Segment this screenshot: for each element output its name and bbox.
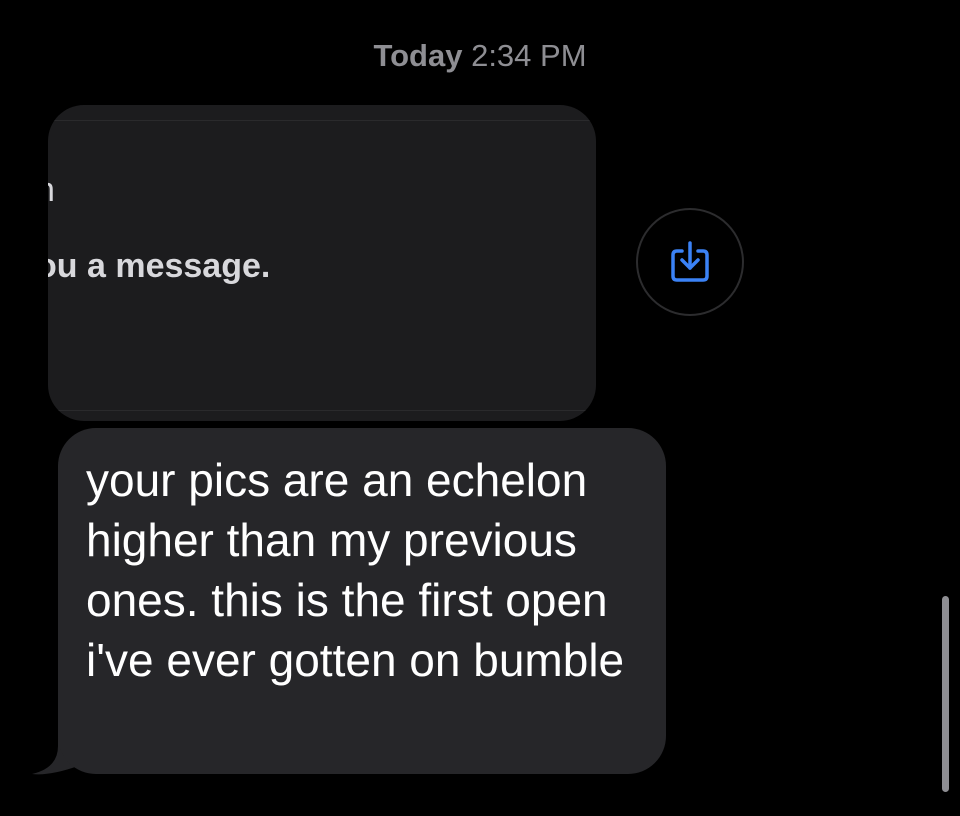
image-message-bubble[interactable]: n ou a message. xyxy=(48,105,596,421)
image-text-line-2: ou a message. xyxy=(48,247,271,285)
messages-screen: Today 2:34 PM n ou a message. your pics … xyxy=(0,0,960,816)
save-image-button[interactable] xyxy=(636,208,744,316)
image-text-line-1: n xyxy=(48,171,55,210)
image-edge-top xyxy=(48,120,596,121)
timestamp-time: 2:34 PM xyxy=(471,38,587,73)
square-arrow-down-icon xyxy=(671,241,709,282)
image-edge-bottom xyxy=(48,410,596,411)
message-timestamp: Today 2:34 PM xyxy=(0,38,960,74)
message-text: your pics are an echelon higher than my … xyxy=(86,454,625,686)
incoming-message-bubble[interactable]: your pics are an echelon higher than my … xyxy=(58,428,666,774)
scrollbar[interactable] xyxy=(942,596,949,792)
timestamp-day: Today xyxy=(373,38,463,73)
